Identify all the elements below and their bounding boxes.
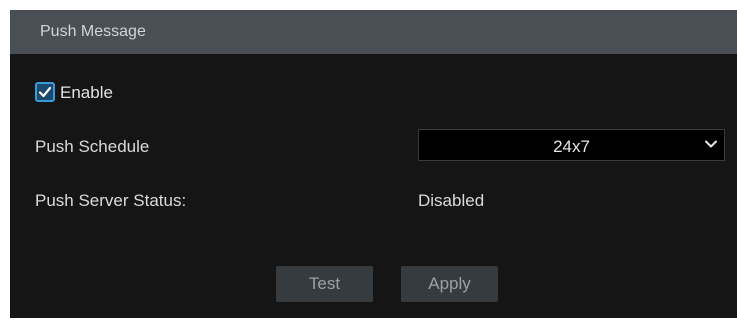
apply-button[interactable]: Apply: [401, 266, 498, 302]
checkmark-icon: [38, 86, 52, 98]
push-server-status-value: Disabled: [418, 191, 485, 210]
enable-checkbox[interactable]: [35, 82, 55, 102]
chevron-down-icon: [705, 140, 717, 148]
push-schedule-value: 24x7: [553, 137, 590, 156]
panel-title: Push Message: [40, 23, 146, 40]
test-button[interactable]: Test: [276, 266, 373, 302]
push-schedule-select[interactable]: 24x7: [418, 129, 725, 161]
push-message-panel: Push Message: [10, 10, 737, 318]
push-schedule-label: Push Schedule: [35, 137, 150, 156]
enable-label[interactable]: Enable: [60, 83, 113, 103]
push-server-status-label: Push Server Status:: [35, 191, 187, 210]
panel-header: Push Message: [10, 10, 737, 54]
